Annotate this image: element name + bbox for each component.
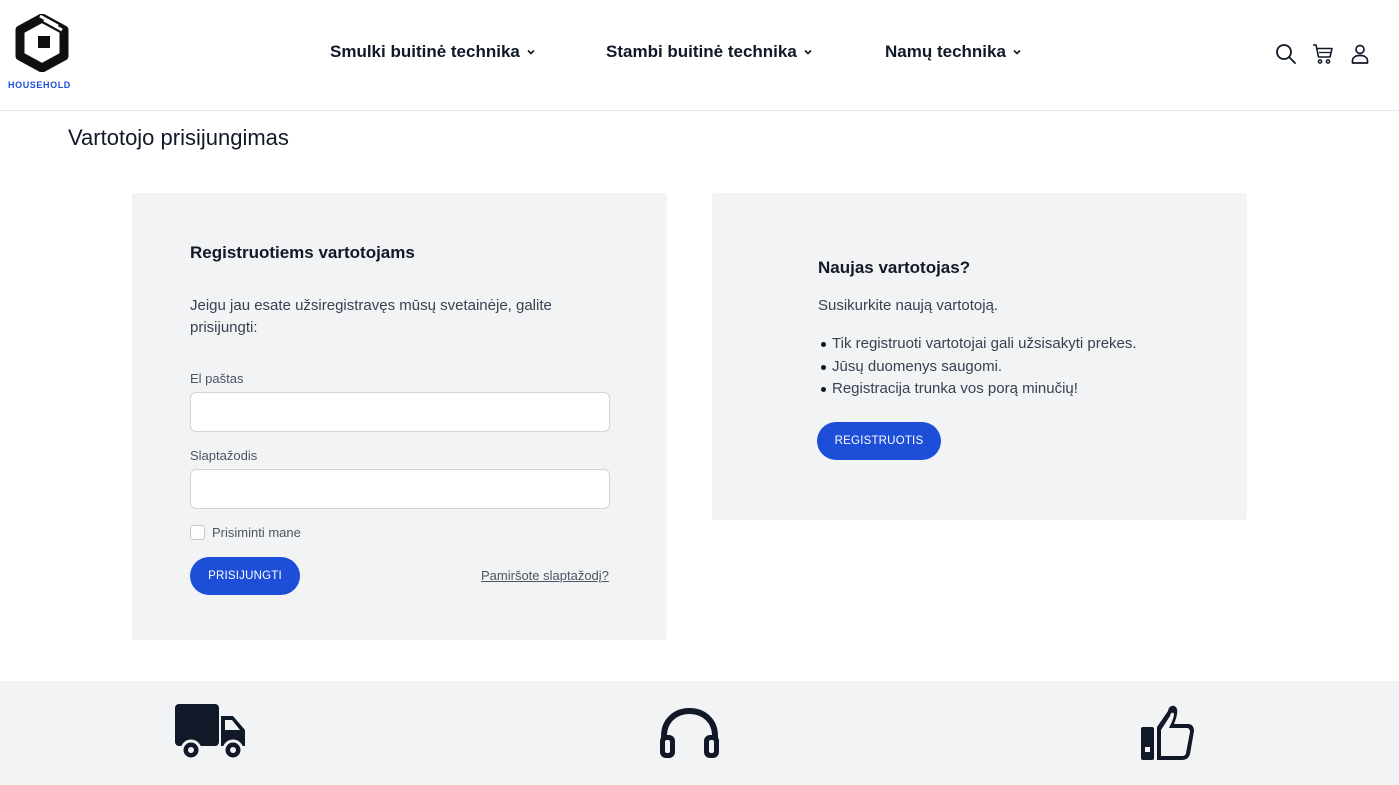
box-icon — [15, 14, 69, 72]
cart-icon[interactable] — [1311, 42, 1335, 66]
chevron-down-icon — [804, 49, 812, 55]
login-heading: Registruotiems vartotojams — [190, 243, 415, 262]
register-intro: Susikurkite naują vartotoją. — [818, 297, 999, 314]
nav-item-label: Stambi buitinė technika — [606, 42, 797, 61]
search-icon[interactable] — [1274, 42, 1298, 66]
nav-item-stambi[interactable]: Stambi buitinė technika — [606, 42, 813, 62]
list-item: Jūsų duomenys saugomi. — [821, 356, 1137, 379]
remember-label[interactable]: Prisiminti mane — [212, 525, 301, 540]
login-intro: Jeigu jau esate užsiregistravęs mūsų sve… — [190, 297, 552, 336]
thumbs-up-icon — [1141, 705, 1194, 760]
email-field[interactable] — [190, 392, 610, 432]
truck-icon — [175, 704, 245, 761]
nav-item-label: Namų technika — [885, 42, 1006, 61]
site-header: HOUSEHOLD Smulki buitinė technika Stambi… — [0, 0, 1399, 111]
register-benefits-list: Tik registruoti vartotojai gali užsisaky… — [821, 333, 1137, 401]
user-icon[interactable] — [1348, 42, 1372, 66]
chevron-down-icon — [1013, 49, 1021, 55]
features-strip — [0, 681, 1399, 785]
register-heading: Naujas vartotojas? — [818, 258, 971, 277]
login-card: Registruotiems vartotojams Jeigu jau esa… — [132, 193, 667, 640]
email-label: El paštas — [190, 371, 244, 386]
remember-checkbox[interactable] — [190, 525, 205, 540]
list-item: Tik registruoti vartotojai gali užsisaky… — [821, 333, 1137, 356]
password-field[interactable] — [190, 469, 610, 509]
nav-item-label: Smulki buitinė technika — [330, 42, 520, 61]
register-button[interactable]: REGISTRUOTIS — [817, 422, 941, 460]
forgot-password-link[interactable]: Pamiršote slaptažodį? — [481, 568, 609, 583]
page-title: Vartotojo prisijungimas — [68, 125, 289, 150]
headphones-icon — [660, 707, 719, 758]
list-item: Registracija trunka vos porą minučių! — [821, 378, 1137, 401]
logo[interactable]: HOUSEHOLD — [8, 14, 78, 94]
nav-item-smulki[interactable]: Smulki buitinė technika — [330, 42, 536, 62]
password-label: Slaptažodis — [190, 448, 258, 463]
register-card: Naujas vartotojas? Susikurkite naują var… — [712, 193, 1247, 520]
nav-item-namu[interactable]: Namų technika — [885, 42, 1022, 62]
logo-text: HOUSEHOLD — [8, 80, 71, 90]
login-button[interactable]: PRISIJUNGTI — [190, 557, 300, 595]
chevron-down-icon — [527, 49, 535, 55]
